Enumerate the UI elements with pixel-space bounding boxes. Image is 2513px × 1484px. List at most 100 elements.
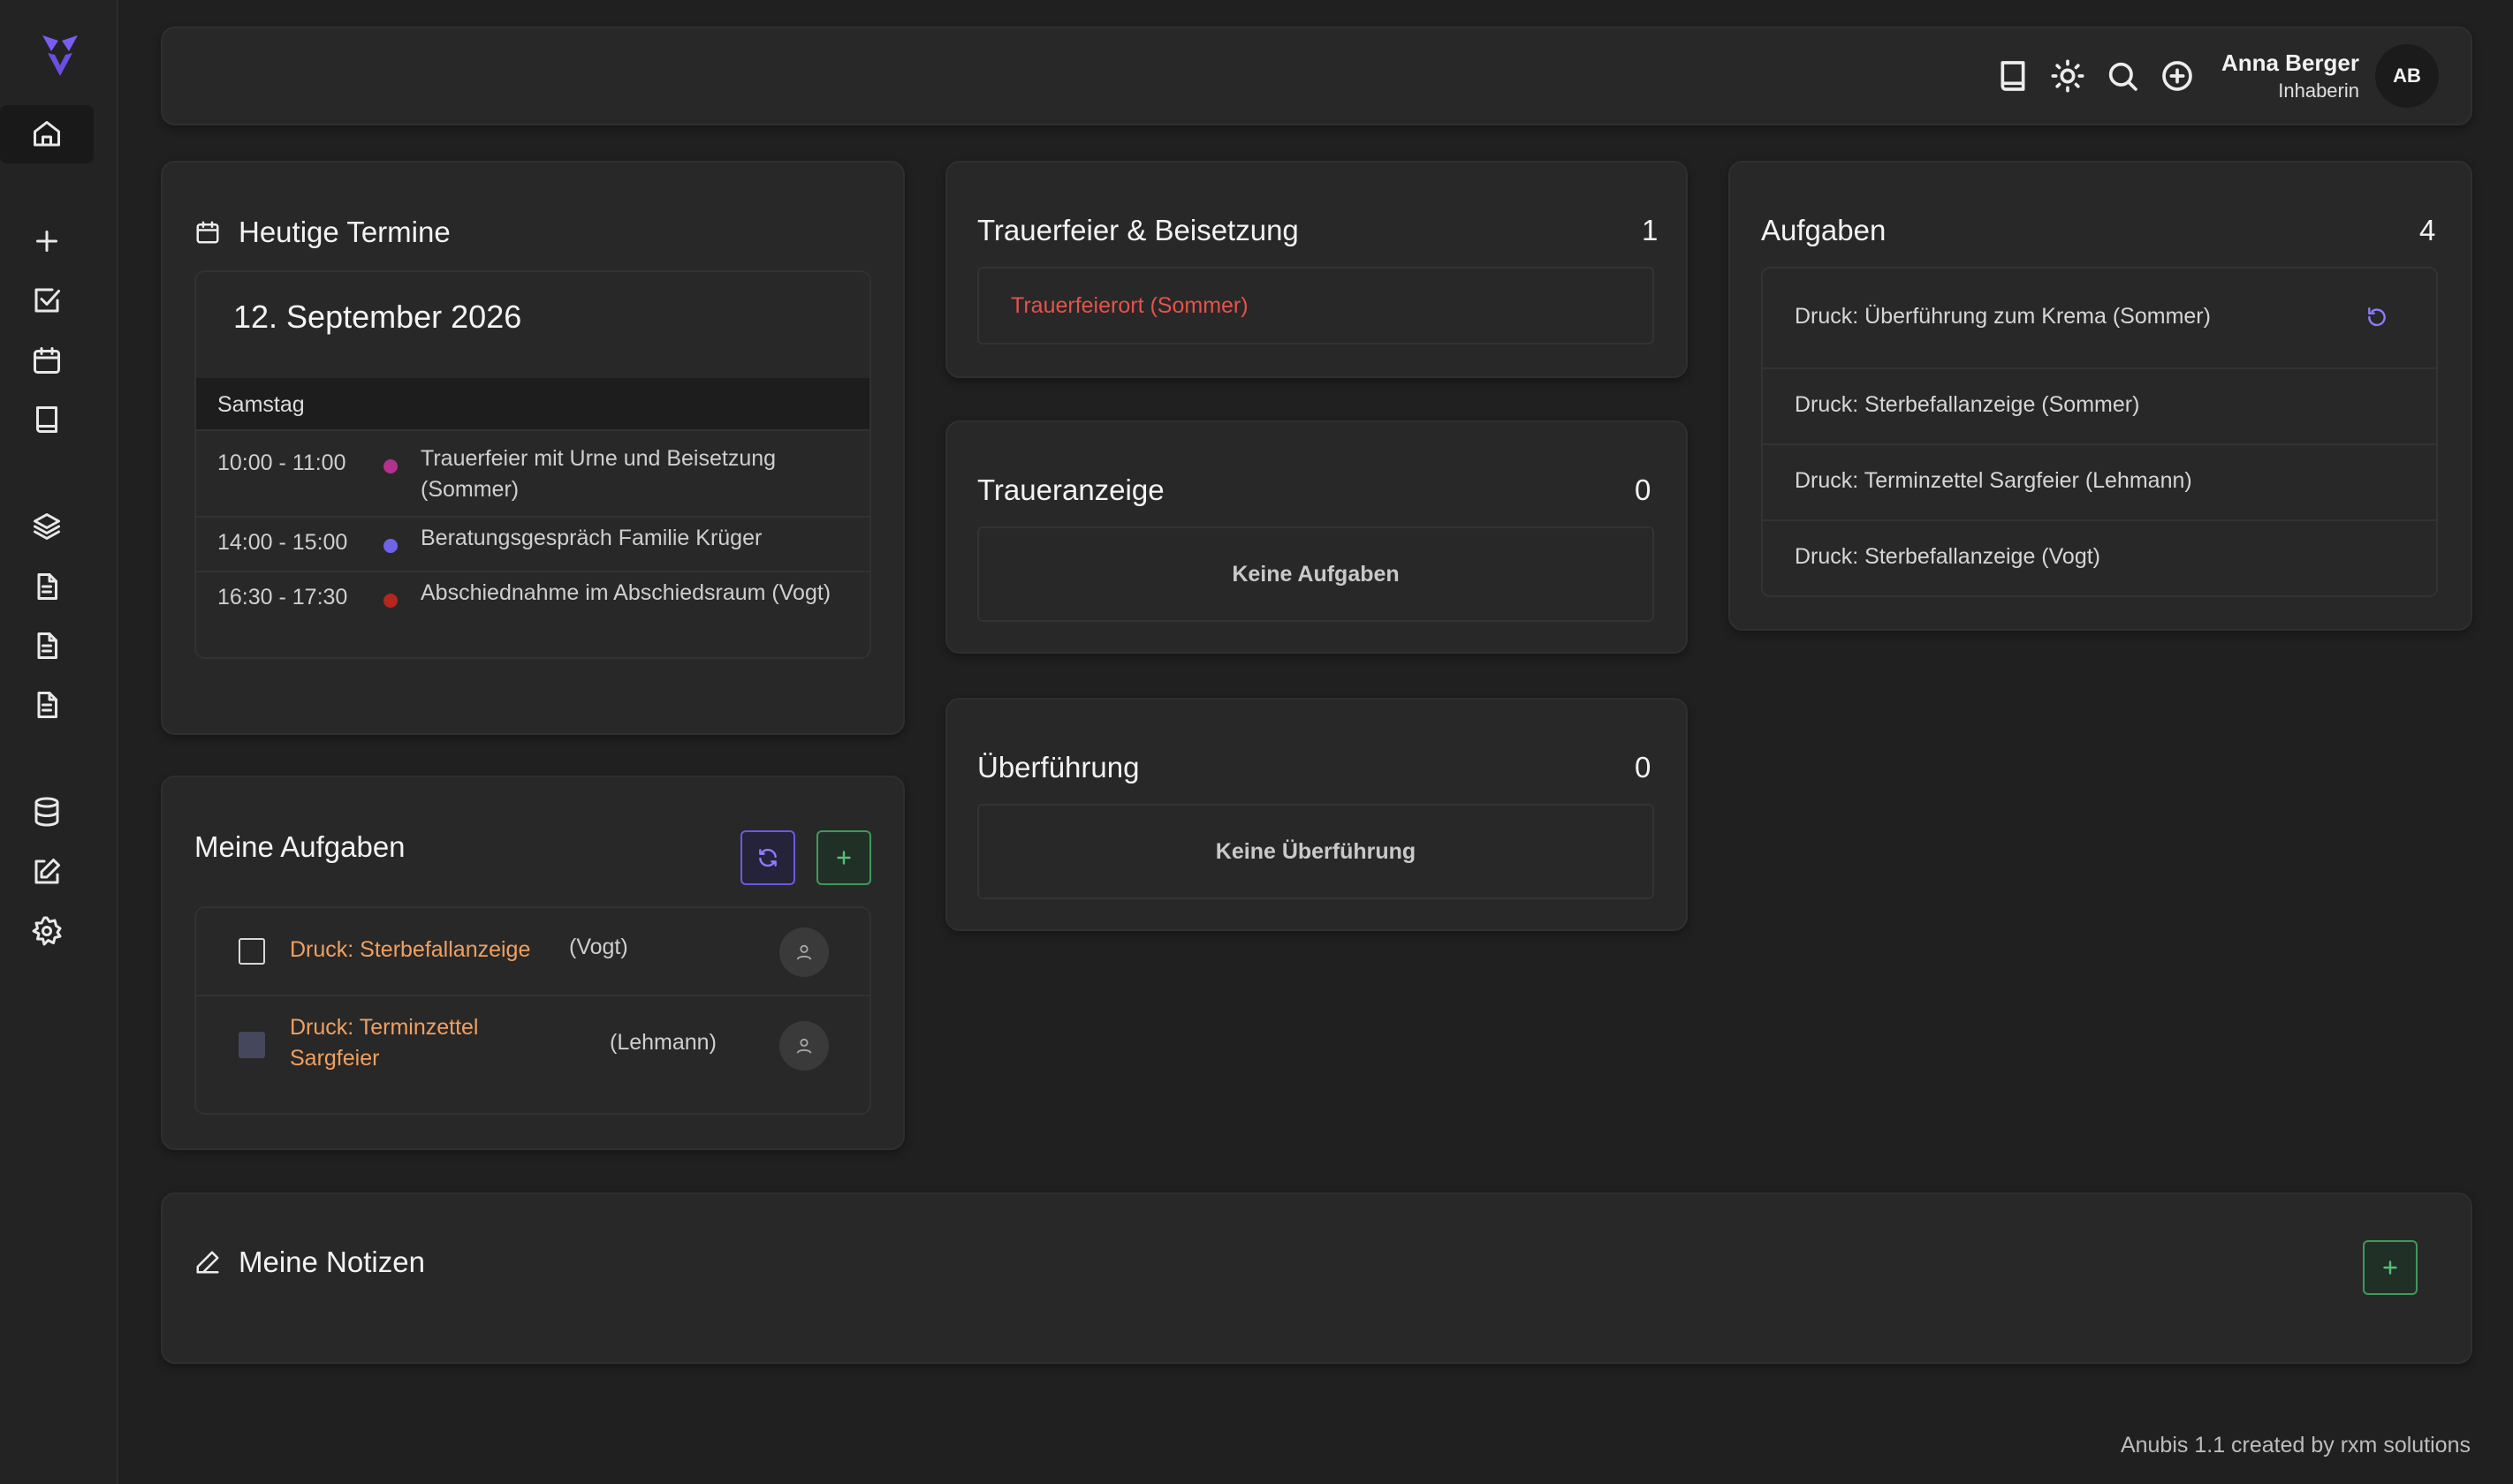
panel-title: Traueranzeige [977, 473, 1165, 506]
appointment-color-dot [383, 539, 398, 553]
task-title: Druck: Sterbefallanzeige (Sommer) [1795, 392, 2140, 417]
edit-icon [34, 859, 60, 884]
theme-toggle-button[interactable] [2050, 58, 2085, 94]
avatar[interactable]: AB [2375, 44, 2439, 108]
plus-icon [837, 851, 851, 865]
notes-panel [161, 1192, 2472, 1364]
appointment-title: Abschiednahme im Abschiedsraum (Vogt) [421, 580, 831, 605]
add-task-button[interactable] [816, 830, 871, 885]
search-icon [2108, 62, 2137, 91]
user-role: Inhaberin [2278, 80, 2359, 102]
calendar-card: 12. September 2026 Samstag 10:00 - 11:00… [194, 270, 871, 659]
sidebar-item-calendar[interactable] [0, 331, 94, 390]
home-icon [34, 121, 60, 147]
task-count: 0 [1635, 751, 1651, 784]
sidebar-item-settings[interactable] [0, 902, 94, 960]
sidebar-item-documents-1[interactable] [0, 557, 94, 616]
task-item[interactable]: Druck: Überführung zum Krema (Sommer) [1763, 269, 2436, 367]
task-item[interactable]: Druck: Sterbefallanzeige (Sommer) [1763, 367, 2436, 443]
settings-icon [32, 916, 62, 946]
appointment-time: 10:00 - 11:00 [217, 450, 346, 475]
sidebar-item-new[interactable] [0, 212, 94, 270]
empty-message: Keine Aufgaben [1232, 562, 1400, 587]
appointment-color-dot [383, 594, 398, 608]
task-count: 0 [1635, 473, 1651, 506]
search-button[interactable] [2105, 58, 2140, 94]
appointment-item[interactable]: 16:30 - 17:30 Abschiednahme im Abschieds… [196, 571, 869, 657]
task-checkbox[interactable] [239, 938, 265, 965]
sidebar-item-documents-2[interactable] [0, 617, 94, 675]
add-note-button[interactable] [2363, 1240, 2418, 1295]
undo-icon[interactable] [2365, 306, 2388, 329]
assign-user-button[interactable] [779, 928, 829, 977]
task-title: Druck: Überführung zum Krema (Sommer) [1795, 304, 2211, 329]
app-logo[interactable] [41, 34, 80, 78]
funeral-item[interactable]: Trauerfeierort (Sommer) [977, 267, 1654, 344]
sidebar-item-tasks[interactable] [0, 271, 94, 329]
appointment-color-dot [383, 459, 398, 473]
task-title[interactable]: Druck: Terminzettel Sargfeier [290, 1012, 537, 1074]
empty-message: Keine Überführung [1215, 839, 1416, 864]
appointment-item[interactable]: 14:00 - 15:00 Beratungsgespräch Familie … [196, 516, 869, 571]
funeral-item-label: Trauerfeierort (Sommer) [1011, 293, 1249, 318]
task-owner: (Lehmann) [610, 1030, 717, 1055]
calendar-icon [34, 347, 60, 374]
handbook-button[interactable] [1995, 58, 2031, 94]
panel-title: Trauerfeier & Beisetzung [977, 214, 1299, 246]
empty-state: Keine Aufgaben [977, 526, 1654, 622]
task-owner: (Vogt) [569, 935, 628, 959]
calendar-date: 12. September 2026 [233, 299, 522, 335]
assign-user-button[interactable] [779, 1021, 829, 1071]
appointment-title: Trauerfeier mit Urne und Beisetzung (Som… [421, 446, 777, 502]
appointment-time: 14:00 - 15:00 [217, 530, 348, 555]
database-icon [34, 797, 59, 827]
plus-icon [36, 231, 57, 252]
task-title: Druck: Terminzettel Sargfeier (Lehmann) [1795, 468, 2192, 493]
appointment-title: Beratungsgespräch Familie Krüger [421, 526, 763, 550]
book-icon [36, 406, 57, 433]
task-item[interactable]: Druck: Terminzettel Sargfeier (Lehmann) [196, 996, 869, 1094]
panel-title: Meine Notizen [239, 1246, 425, 1278]
task-item[interactable]: Druck: Sterbefallanzeige (Vogt) [196, 908, 869, 996]
sun-icon [2051, 59, 2084, 93]
empty-state: Keine Überführung [977, 804, 1654, 899]
task-title: Druck: Sterbefallanzeige (Vogt) [1795, 544, 2101, 569]
plus-circle-icon [2162, 61, 2192, 91]
sidebar-item-home[interactable] [0, 105, 94, 163]
user-icon [796, 1038, 812, 1054]
panel-title: Meine Aufgaben [194, 830, 406, 863]
layers-icon [34, 513, 60, 540]
task-item[interactable]: Druck: Sterbefallanzeige (Vogt) [1763, 519, 2436, 595]
user-name: Anna Berger [2221, 49, 2359, 76]
document-icon [37, 573, 57, 600]
user-icon [796, 944, 812, 960]
refresh-tasks-button[interactable] [740, 830, 795, 885]
task-count: 4 [2419, 214, 2436, 246]
sidebar-item-layers[interactable] [0, 497, 94, 556]
refresh-icon [759, 848, 777, 867]
footer-credits: Anubis 1.1 created by rxm solutions [2120, 1433, 2471, 1458]
task-count: 1 [1642, 214, 1659, 246]
sidebar-item-edit[interactable] [0, 843, 94, 901]
task-item[interactable]: Druck: Terminzettel Sargfeier (Lehmann) [1763, 443, 2436, 519]
sidebar-item-book[interactable] [0, 390, 94, 449]
panel-title: Überführung [977, 751, 1140, 784]
plus-icon [2383, 1261, 2397, 1275]
sidebar-item-documents-3[interactable] [0, 676, 94, 734]
document-icon [37, 632, 57, 659]
appointment-item[interactable]: 10:00 - 11:00 Trauerfeier mit Urne und B… [196, 429, 869, 516]
my-task-list: Druck: Sterbefallanzeige (Vogt) Druck: T… [194, 906, 871, 1115]
day-label: Samstag [217, 392, 305, 417]
checkbox-icon [34, 288, 60, 313]
document-icon [37, 692, 57, 718]
create-button[interactable] [2160, 58, 2195, 94]
task-checkbox[interactable] [239, 1032, 265, 1058]
panel-title: Aufgaben [1761, 214, 1887, 246]
task-title[interactable]: Druck: Sterbefallanzeige [290, 935, 530, 965]
calendar-icon [196, 221, 219, 244]
sidebar [0, 0, 118, 1484]
tasks-list: Druck: Überführung zum Krema (Sommer) Dr… [1761, 267, 2438, 597]
day-header: Samstag [196, 378, 869, 429]
panel-title: Heutige Termine [239, 216, 451, 248]
sidebar-item-database[interactable] [0, 783, 94, 841]
